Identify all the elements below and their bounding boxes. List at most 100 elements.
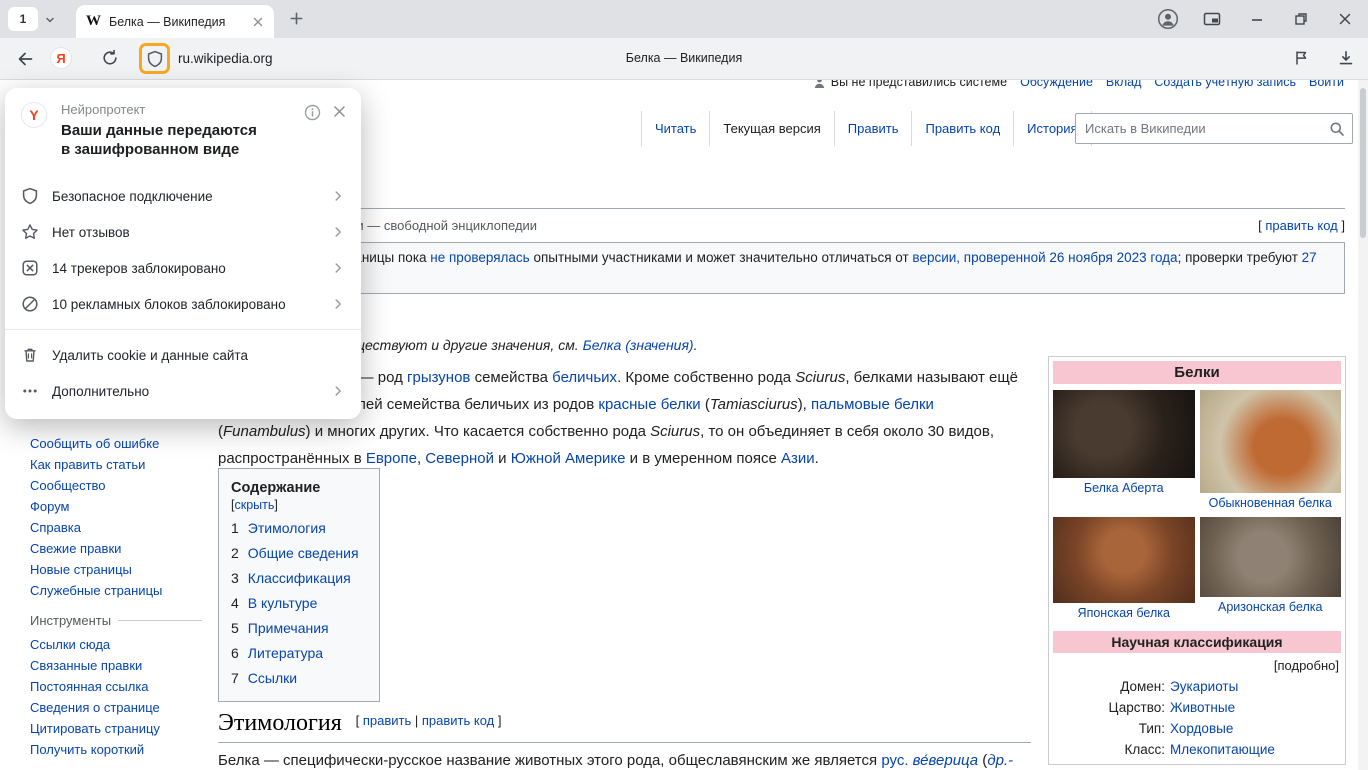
personal-link[interactable]: Войти — [1309, 80, 1344, 89]
personal-link[interactable]: Вклад — [1106, 80, 1142, 89]
wiki-link[interactable]: беличьих — [552, 369, 617, 386]
wiki-link[interactable]: Южной Америке — [511, 450, 626, 467]
wiki-link[interactable]: Азии — [781, 450, 815, 467]
wiki-link[interactable]: править код — [1265, 218, 1337, 233]
sidebar-link[interactable]: Справка — [30, 517, 202, 538]
chevron-down-icon[interactable] — [44, 13, 56, 29]
popup-item[interactable]: Безопасное подключение — [5, 178, 361, 214]
toc-item[interactable]: 1Этимология — [231, 516, 367, 541]
close-tab-icon[interactable] — [252, 16, 264, 28]
popup-item[interactable]: Нет отзывов — [5, 214, 361, 250]
toc-link[interactable]: Классификация — [248, 566, 351, 591]
url-text[interactable]: ru.wikipedia.org — [178, 51, 273, 66]
wiki-link[interactable]: грызунов — [407, 369, 470, 386]
squirrel-photo[interactable] — [1053, 517, 1195, 603]
toc-hide-link[interactable]: скрыть — [234, 498, 274, 512]
edit-code-link[interactable]: [ править код ] — [1258, 218, 1345, 233]
close-icon[interactable] — [332, 104, 347, 119]
popup-item[interactable]: Удалить cookie и данные сайта — [5, 337, 361, 373]
sidebar-link[interactable]: Новые страницы — [30, 559, 202, 580]
popup-item[interactable]: 14 трекеров заблокировано — [5, 250, 361, 286]
taxonomy-value-link[interactable]: Хордовые — [1170, 718, 1233, 739]
profile-avatar-icon[interactable] — [1157, 8, 1179, 30]
minimize-icon[interactable] — [1246, 8, 1268, 30]
sidebar-link[interactable]: Как править статьи — [30, 454, 202, 475]
wiki-tab[interactable]: Править код — [911, 111, 1013, 146]
toc-item[interactable]: 5Примечания — [231, 616, 367, 641]
toc-link[interactable]: Этимология — [248, 516, 326, 541]
sidebar-link[interactable]: Форум — [30, 496, 202, 517]
squirrel-photo[interactable] — [1053, 390, 1195, 478]
taxonomy-value-link[interactable]: Млекопитающие — [1170, 739, 1275, 760]
wiki-link[interactable]: не проверялась — [430, 250, 529, 265]
sidebar-link[interactable]: Свежие правки — [30, 538, 202, 559]
toc-item[interactable]: 4В культуре — [231, 591, 367, 616]
bookmark-flag-icon[interactable] — [1292, 49, 1310, 67]
image-caption-link[interactable]: Аризонская белка — [1200, 597, 1342, 616]
wiki-link[interactable]: красные белки — [598, 396, 700, 413]
squirrel-photo[interactable] — [1200, 517, 1342, 597]
toc-item[interactable]: 2Общие сведения — [231, 541, 367, 566]
wiki-tab[interactable]: Читать — [641, 111, 709, 146]
taxobox-details-link[interactable]: [подробно] — [1055, 658, 1339, 673]
toc-item[interactable]: 3Классификация — [231, 566, 367, 591]
wiki-link[interactable]: др.- — [987, 752, 1013, 769]
toc-link[interactable]: Литература — [248, 641, 323, 666]
scrollbar-thumb[interactable] — [1360, 88, 1366, 238]
image-caption-link[interactable]: Обыкновенная белка — [1200, 493, 1342, 512]
toc-link[interactable]: В культуре — [248, 591, 318, 616]
wiki-link[interactable]: рус. — [881, 752, 908, 769]
personal-link[interactable]: Создать учётную запись — [1154, 80, 1296, 89]
popup-item[interactable]: 10 рекламных блоков заблокировано — [5, 286, 361, 322]
toc-item[interactable]: 6Литература — [231, 641, 367, 666]
personal-link[interactable]: Обсуждение — [1020, 80, 1093, 89]
taxonomy-value-link[interactable]: Эукариоты — [1170, 676, 1238, 697]
image-caption-link[interactable]: Белка Аберта — [1053, 478, 1195, 497]
wiki-link[interactable]: Европе — [366, 450, 417, 467]
wiki-tab[interactable]: Текущая версия — [709, 111, 833, 146]
wiki-link[interactable]: Белка (значения) — [583, 337, 694, 353]
yandex-search-icon[interactable]: Я — [50, 47, 72, 69]
sidebar-link[interactable]: Связанные правки — [30, 655, 202, 676]
new-tab-icon[interactable] — [288, 10, 305, 30]
sidebar-link[interactable]: Получить короткий — [30, 739, 202, 760]
download-icon[interactable] — [1337, 49, 1355, 67]
info-icon[interactable] — [304, 104, 321, 121]
toc-link[interactable]: Общие сведения — [248, 541, 359, 566]
image-caption-link[interactable]: Японская белка — [1053, 603, 1195, 622]
search-input[interactable] — [1075, 113, 1353, 144]
wiki-link[interactable]: ве́верица — [913, 752, 978, 769]
sidebar-link[interactable]: Сведения о странице — [30, 697, 202, 718]
picture-in-picture-icon[interactable] — [1201, 8, 1223, 30]
squirrel-photo[interactable] — [1200, 390, 1342, 493]
sidebar-link[interactable]: Сообщество — [30, 475, 202, 496]
toc-link[interactable]: Примечания — [248, 616, 329, 641]
wiki-link[interactable]: Северной — [425, 450, 494, 467]
sidebar-link[interactable]: Служебные страницы — [30, 580, 202, 601]
maximize-icon[interactable] — [1290, 8, 1312, 30]
close-window-icon[interactable] — [1334, 8, 1356, 30]
sidebar-link[interactable]: Цитировать страницу — [30, 718, 202, 739]
back-icon[interactable] — [14, 49, 34, 69]
wiki-link[interactable]: править код — [422, 713, 494, 728]
sidebar-link[interactable]: Сообщить об ошибке — [30, 433, 202, 454]
scrollbar-track[interactable] — [1358, 80, 1368, 770]
sidebar-link[interactable]: Ссылки сюда — [30, 634, 202, 655]
search-icon[interactable] — [1329, 121, 1345, 137]
toc-link[interactable]: Ссылки — [248, 666, 297, 691]
sidebar-link[interactable]: Постоянная ссылка — [30, 676, 202, 697]
reload-icon[interactable] — [101, 49, 119, 67]
protect-shield-button[interactable] — [139, 43, 170, 74]
browser-tab[interactable]: W Белка — Википедия — [76, 5, 274, 38]
wiki-link[interactable]: версии, проверенной 26 ноября 2023 года — [912, 250, 1177, 265]
wiki-tab[interactable]: Править — [834, 111, 912, 146]
toc-item[interactable]: 7Ссылки — [231, 666, 367, 691]
wiki-link[interactable]: править — [363, 713, 411, 728]
taxonomy-value-link[interactable]: Животные — [1170, 697, 1235, 718]
popup-item-label: 10 рекламных блоков заблокировано — [52, 297, 318, 312]
wiki-link[interactable]: 27 — [1302, 250, 1317, 265]
popup-item[interactable]: Дополнительно — [5, 373, 361, 409]
wiki-link[interactable]: пальмовые белки — [811, 396, 934, 413]
section-edit-links[interactable]: [ править | править код ] — [356, 713, 502, 728]
tab-counter-button[interactable]: 1 — [8, 7, 38, 31]
